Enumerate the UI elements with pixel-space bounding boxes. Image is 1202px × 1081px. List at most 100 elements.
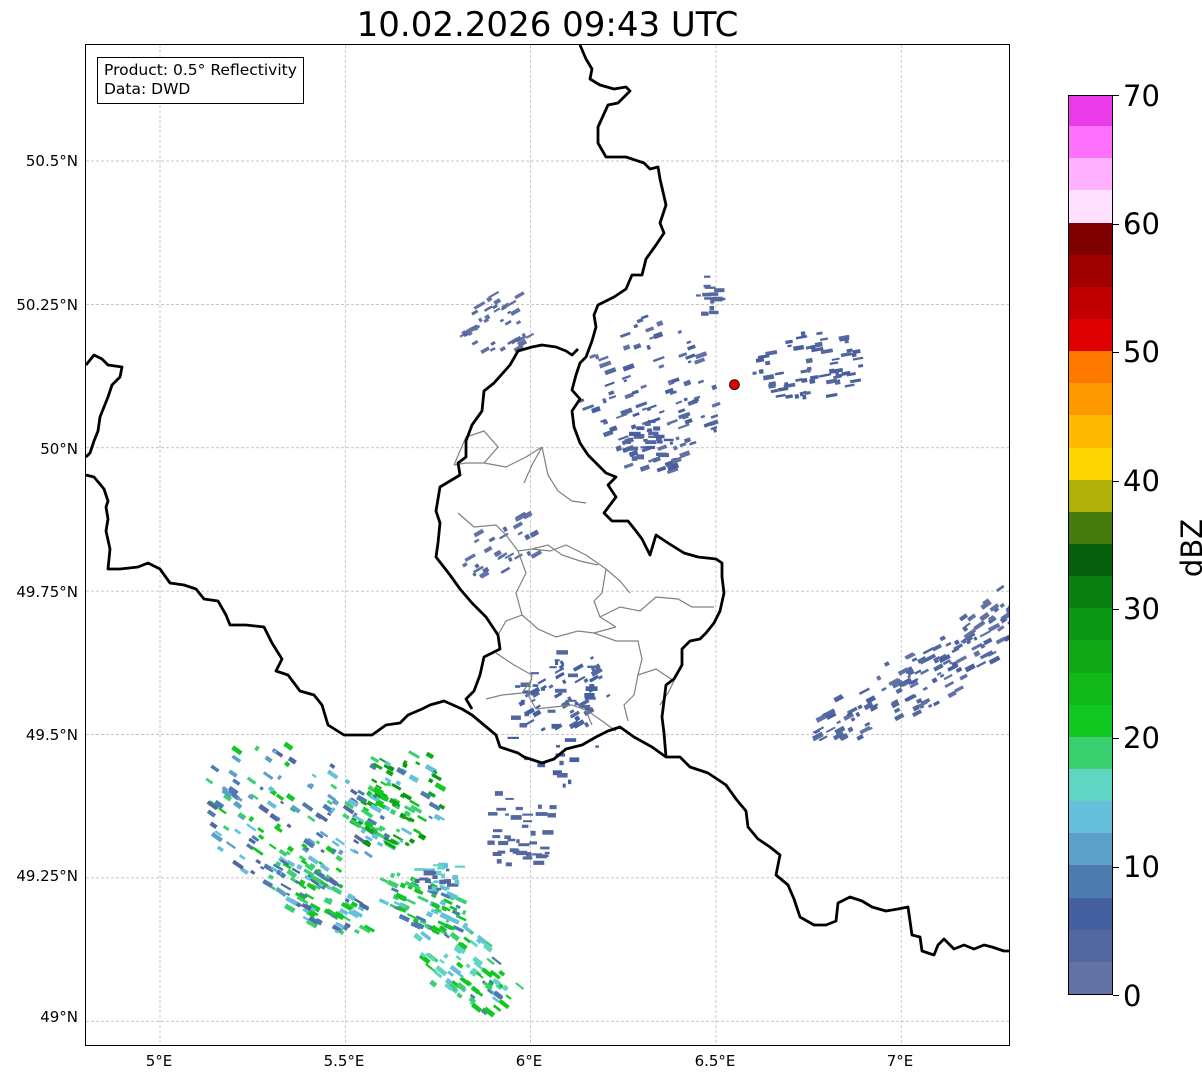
echo-pixel	[510, 815, 522, 820]
echo-pixel	[232, 778, 241, 786]
colorbar-segment	[1069, 543, 1112, 577]
echo-pixel	[519, 723, 528, 728]
colorbar-segment	[1069, 672, 1112, 705]
echo-cluster	[459, 290, 535, 355]
colorbar-segment	[1069, 189, 1112, 223]
echo-pixel	[639, 433, 645, 439]
echo-pixel	[549, 805, 557, 810]
echo-pixel	[524, 533, 531, 541]
echo-pixel	[1007, 618, 1009, 625]
echo-pixel	[805, 357, 813, 364]
echo-pixel	[953, 639, 960, 646]
echo-pixel	[814, 341, 823, 348]
echo-pixel	[806, 366, 812, 372]
echo-pixel	[758, 369, 764, 375]
echo-pixel	[631, 456, 638, 461]
echo-pixel	[562, 783, 566, 788]
echo-pixel	[630, 424, 637, 430]
echo-pixel	[490, 340, 496, 346]
map-title: 10.02.2026 09:43 UTC	[356, 5, 739, 45]
echo-pixel	[488, 536, 496, 543]
radar-map[interactable]	[85, 44, 1010, 1046]
echo-pixel	[483, 305, 493, 312]
echo-pixel	[290, 804, 301, 814]
echo-pixel	[280, 882, 292, 891]
echo-pixel	[793, 344, 805, 352]
echo-pixel	[507, 310, 512, 315]
echo-pixel	[653, 331, 664, 340]
echo-pixel	[415, 761, 421, 766]
echo-pixel	[1009, 595, 1010, 600]
echo-pixel	[973, 636, 978, 641]
echo-pixel	[225, 841, 236, 850]
echo-pixel	[489, 346, 496, 352]
echo-pixel	[441, 873, 446, 879]
echo-pixel	[387, 879, 399, 889]
echo-pixel	[335, 854, 343, 862]
echo-pixel	[378, 898, 390, 906]
echo-pixel	[710, 413, 719, 419]
echo-pixel	[641, 407, 647, 412]
echo-pixel	[518, 843, 530, 847]
canton-border	[593, 568, 617, 628]
echo-pixel	[959, 673, 968, 681]
colorbar-segment	[1069, 736, 1112, 769]
echo-pixel	[703, 421, 713, 428]
echo-pixel	[962, 625, 969, 633]
echo-pixel	[231, 754, 242, 764]
echo-pixel	[577, 721, 583, 726]
echo-pixel	[669, 441, 674, 446]
echo-pixel	[689, 440, 697, 446]
echo-pixel	[554, 688, 567, 693]
echo-pixel	[264, 755, 273, 764]
echo-pixel	[320, 848, 325, 854]
lon-tick-label: 7°E	[886, 1052, 914, 1070]
echo-pixel	[988, 655, 1001, 665]
echo-pixel	[487, 840, 495, 845]
echo-pixel	[417, 895, 429, 903]
germany-belgium-border	[570, 45, 726, 758]
echo-pixel	[775, 393, 786, 398]
echo-pixel	[559, 760, 564, 766]
echo-pixel	[301, 801, 314, 812]
colorbar-segment	[1069, 414, 1112, 448]
colorbar-segment	[1069, 961, 1112, 994]
colorbar-segment	[1069, 768, 1112, 802]
echo-cluster	[487, 791, 557, 867]
echo-pixel	[547, 709, 556, 713]
echo-pixel	[547, 813, 556, 818]
echo-pixel	[520, 699, 525, 705]
echo-pixel	[683, 379, 692, 387]
echo-pixel	[209, 821, 218, 830]
echo-pixel	[344, 778, 351, 785]
echo-pixel	[604, 381, 615, 387]
echo-pixel	[648, 431, 659, 436]
colorbar-tick-label: 0	[1123, 979, 1142, 1013]
echo-pixel	[857, 364, 864, 368]
belgium-west-border	[86, 353, 124, 458]
echo-pixel	[530, 830, 536, 836]
colorbar-segment	[1069, 479, 1112, 512]
echo-pixel	[647, 428, 653, 432]
echo-pixel	[533, 860, 545, 865]
echo-pixel	[246, 776, 257, 785]
echo-pixel	[335, 867, 343, 874]
echo-pixel	[500, 566, 511, 574]
echo-pixel	[589, 684, 595, 688]
echo-pixel	[709, 310, 719, 315]
echo-cluster	[752, 331, 864, 400]
echo-pixel	[967, 613, 977, 622]
echo-pixel	[540, 726, 546, 732]
echo-pixel	[525, 332, 535, 339]
echo-pixel	[672, 445, 678, 451]
echo-pixel	[834, 379, 841, 385]
echo-pixel	[648, 435, 657, 438]
echo-pixel	[857, 704, 863, 710]
echo-pixel	[498, 998, 510, 1010]
echo-pixel	[602, 398, 607, 404]
echo-pixel	[567, 673, 578, 678]
echo-pixel	[463, 936, 472, 944]
echo-pixel	[523, 820, 533, 823]
canton-border	[599, 596, 714, 618]
echo-pixel	[522, 510, 533, 520]
